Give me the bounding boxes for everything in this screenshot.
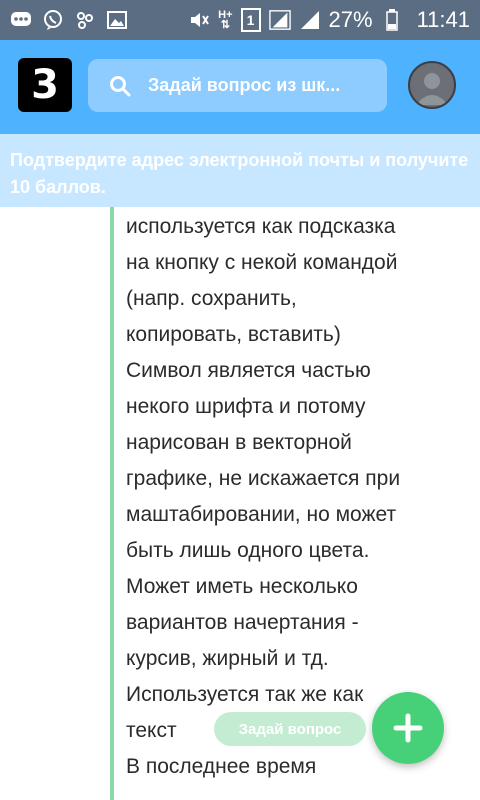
ask-question-button[interactable]: Задай вопрос bbox=[214, 712, 366, 746]
answer-accent-line bbox=[110, 207, 114, 800]
banner-text: Подтвердите адрес электронной почты и по… bbox=[10, 150, 469, 197]
logo-letter: 3 bbox=[31, 62, 59, 108]
search-placeholder: Задай вопрос из шк... bbox=[148, 75, 341, 95]
answer-line: вариантов начертания - bbox=[126, 611, 359, 634]
data-arrows-icon: H+ ⇅ bbox=[218, 9, 233, 31]
add-question-fab[interactable] bbox=[372, 692, 444, 764]
answer-line: Символ является частью bbox=[126, 359, 371, 382]
answer-line: некого шрифта и потому bbox=[126, 395, 366, 418]
answer-line: используется как подсказка bbox=[126, 215, 396, 238]
battery-percent: 27% bbox=[328, 7, 373, 32]
status-bar: H+ ⇅ 1 27% 11:41 bbox=[0, 0, 480, 40]
gallery-icon bbox=[106, 9, 128, 31]
chat-icon bbox=[10, 9, 32, 31]
answer-line: Может иметь несколько bbox=[126, 575, 358, 598]
clock: 11:41 bbox=[416, 7, 470, 32]
mute-icon bbox=[188, 9, 210, 31]
answer-line: быть лишь одного цвета. bbox=[126, 539, 370, 562]
people-icon bbox=[74, 9, 96, 31]
signal-icon bbox=[268, 9, 291, 31]
answer-line: копировать, вставить) bbox=[126, 323, 341, 346]
search-input[interactable]: Задай вопрос из шк... bbox=[88, 59, 387, 112]
app-header: 3 Задай вопрос из шк... bbox=[0, 40, 480, 134]
answer-line: графике, не искажается при bbox=[126, 467, 401, 490]
answer-line: нарисован в векторной bbox=[126, 431, 352, 454]
answer-line: курсив, жирный и тд. bbox=[126, 647, 329, 670]
answer-line: на кнопку с некой командой bbox=[126, 251, 398, 274]
app-logo[interactable]: 3 bbox=[18, 58, 72, 112]
battery-icon bbox=[381, 9, 403, 31]
signal-icon-2 bbox=[299, 9, 321, 31]
search-icon bbox=[106, 72, 134, 100]
verify-email-banner[interactable]: Подтвердите адрес электронной почты и по… bbox=[0, 134, 480, 207]
plus-icon bbox=[393, 713, 423, 743]
sim-badge: 1 bbox=[240, 8, 261, 32]
answer-line: (напр. сохранить, bbox=[126, 287, 297, 310]
answer-line: маштабировании, но может bbox=[126, 503, 397, 526]
avatar[interactable] bbox=[408, 61, 456, 109]
viber-icon bbox=[42, 9, 64, 31]
